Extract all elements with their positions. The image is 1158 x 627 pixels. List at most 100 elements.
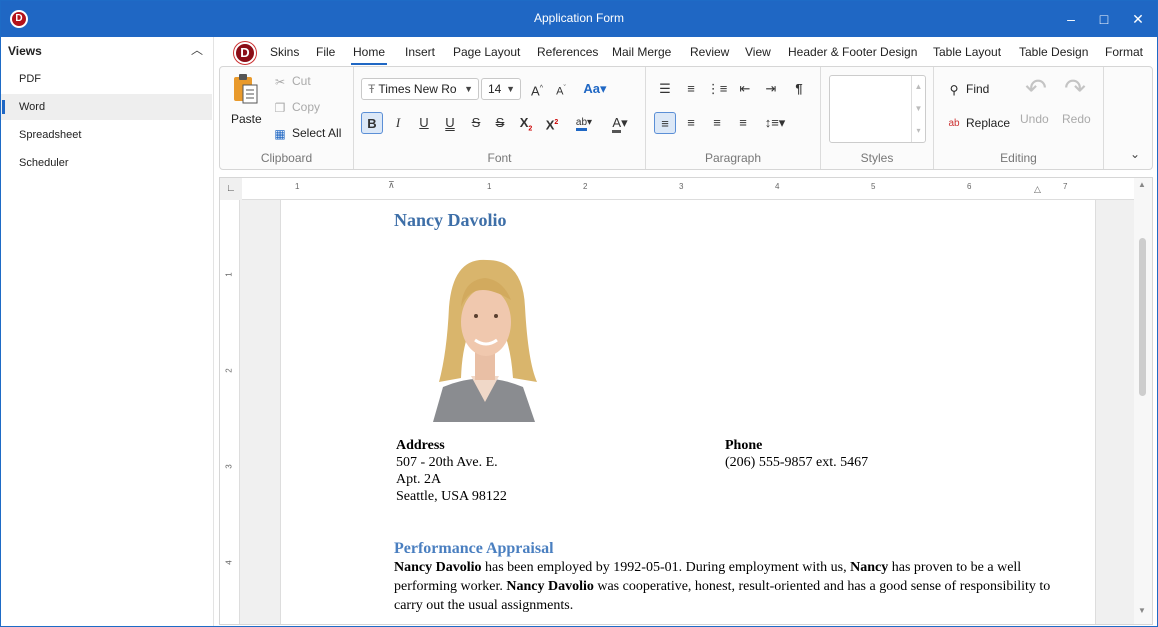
paste-button[interactable]: Paste <box>231 112 262 126</box>
tab-home[interactable]: Home <box>350 45 388 65</box>
multilevel-list-icon[interactable]: ⋮≡ <box>706 78 728 100</box>
line-spacing-icon[interactable]: ↕≡▾ <box>760 112 790 134</box>
numbering-icon[interactable]: ≡ <box>680 78 702 100</box>
section-heading: Performance Appraisal <box>394 540 554 557</box>
cut-button[interactable]: ✂ Cut <box>272 74 311 90</box>
change-case-button[interactable]: Aa▾ <box>580 78 610 100</box>
align-left-icon[interactable]: ≡ <box>654 112 676 134</box>
styles-scrollbar[interactable]: ▲ ▼ ▾ <box>911 76 925 142</box>
tab-selector-icon[interactable]: ∟ <box>226 183 236 194</box>
superscript-button[interactable]: X2 <box>541 112 563 134</box>
double-underline-button[interactable]: U <box>439 112 461 134</box>
document-page[interactable]: Nancy Davolio Address 507 - 20th Ave. E. <box>280 200 1096 624</box>
shrink-font-button[interactable]: Aˇ <box>550 78 572 100</box>
chevron-down-icon[interactable]: ▼ <box>912 98 925 120</box>
select-all-button[interactable]: ▦ Select All <box>272 126 341 142</box>
maximize-button[interactable]: □ <box>1089 7 1119 31</box>
grow-font-button[interactable]: A^ <box>526 78 548 100</box>
find-label: Find <box>966 82 990 97</box>
horizontal-ruler[interactable]: 1 ⊼ 1 2 3 4 5 6 △ 7 <box>242 178 1134 200</box>
document-area: ∟ 1 ⊼ 1 2 3 4 5 6 △ 7 1 2 3 4 Nancy Davo… <box>219 177 1153 625</box>
chevron-down-icon: ▼ <box>464 84 473 94</box>
window-title: Application Form <box>533 11 625 25</box>
scroll-down-icon[interactable]: ▼ <box>1138 606 1146 615</box>
justify-icon[interactable]: ≡ <box>732 112 754 134</box>
undo-icon[interactable]: ↶ <box>1019 75 1053 101</box>
highlight-button[interactable]: ab▾ <box>567 112 601 134</box>
chevron-up-icon[interactable]: ︿ <box>191 41 203 58</box>
clipboard-group-label: Clipboard <box>260 151 313 165</box>
ruler-number: 3 <box>679 182 684 191</box>
first-line-indent-marker[interactable]: ⊼ <box>388 180 395 191</box>
font-size-combo[interactable]: 14 ▼ <box>481 78 521 100</box>
align-right-icon[interactable]: ≡ <box>706 112 728 134</box>
select-all-label: Select All <box>292 126 342 141</box>
styles-group-label: Styles <box>860 151 894 165</box>
redo-button[interactable]: Redo <box>1062 112 1091 126</box>
tab-mail-merge[interactable]: Mail Merge <box>612 45 671 59</box>
tab-insert[interactable]: Insert <box>405 45 435 59</box>
font-color-button[interactable]: A▾ <box>604 112 636 134</box>
tab-format[interactable]: Format <box>1105 45 1143 59</box>
bold-name: Nancy Davolio <box>394 560 482 575</box>
double-strikethrough-button[interactable]: S <box>489 112 511 134</box>
tab-skins[interactable]: Skins <box>270 45 299 59</box>
paste-icon[interactable] <box>232 73 260 105</box>
address-label: Address <box>396 438 445 453</box>
tab-file[interactable]: File <box>316 45 335 59</box>
sidebar-item-scheduler[interactable]: Scheduler <box>1 150 212 176</box>
styles-gallery[interactable]: ▲ ▼ ▾ <box>829 75 926 143</box>
close-button[interactable]: ✕ <box>1123 7 1153 31</box>
tab-view[interactable]: View <box>745 45 771 59</box>
app-menu-logo-icon[interactable]: D <box>234 42 256 64</box>
ruler-number: 1 <box>295 182 300 191</box>
address-line-3: Seattle, USA 98122 <box>396 489 507 504</box>
ruler-number: 5 <box>871 182 876 191</box>
scroll-up-icon[interactable]: ▲ <box>1138 180 1146 189</box>
strikethrough-button[interactable]: S <box>465 112 487 134</box>
sidebar-item-word[interactable]: Word <box>1 94 212 120</box>
minimize-button[interactable]: – <box>1056 7 1086 31</box>
redo-icon[interactable]: ↷ <box>1058 75 1092 101</box>
replace-label: Replace <box>966 116 1011 131</box>
sidebar-item-spreadsheet[interactable]: Spreadsheet <box>1 122 212 148</box>
vertical-scrollbar[interactable]: ▲ ▼ <box>1134 178 1152 624</box>
underline-button[interactable]: U <box>413 112 435 134</box>
editing-group: ⚲ Find ab Replace ↶ Undo ↷ Redo Editing <box>934 67 1104 169</box>
align-center-icon[interactable]: ≡ <box>680 112 702 134</box>
find-button[interactable]: ⚲ Find <box>946 82 990 98</box>
replace-button[interactable]: ab Replace <box>946 116 1010 132</box>
phone-value: (206) 555-9857 ext. 5467 <box>725 455 869 470</box>
tab-header-footer-design[interactable]: Header & Footer Design <box>788 45 917 59</box>
tab-page-layout[interactable]: Page Layout <box>453 45 520 59</box>
replace-icon: ab <box>948 118 960 129</box>
subscript-button[interactable]: X2 <box>515 112 537 134</box>
tab-references[interactable]: References <box>537 45 598 59</box>
scrollbar-thumb[interactable] <box>1139 238 1146 396</box>
ruler-number: 6 <box>967 182 972 191</box>
bold-button[interactable]: B <box>361 112 383 134</box>
tab-table-layout[interactable]: Table Layout <box>933 45 1001 59</box>
expand-gallery-icon[interactable]: ▾ <box>912 120 925 142</box>
italic-button[interactable]: I <box>387 112 409 134</box>
font-name-combo[interactable]: Ŧ Times New Ro ▼ <box>361 78 479 100</box>
bold-name: Nancy Davolio <box>506 579 594 594</box>
decrease-indent-icon[interactable]: ⇤ <box>734 78 756 100</box>
tab-table-design[interactable]: Table Design <box>1019 45 1088 59</box>
bullets-icon[interactable]: ☰ <box>654 78 676 100</box>
increase-indent-icon[interactable]: ⇥ <box>760 78 782 100</box>
bold-name: Nancy <box>850 560 889 575</box>
vertical-ruler[interactable]: 1 2 3 4 <box>220 200 240 624</box>
paragraph-group-label: Paragraph <box>704 151 762 165</box>
copy-button[interactable]: ❐ Copy <box>272 100 320 116</box>
tab-review[interactable]: Review <box>690 45 729 59</box>
right-indent-marker[interactable]: △ <box>1034 184 1041 195</box>
ruler-number: 1 <box>224 272 234 277</box>
undo-button[interactable]: Undo <box>1020 112 1049 126</box>
styles-group: ▲ ▼ ▾ Styles <box>821 67 934 169</box>
collapse-ribbon-icon[interactable]: ⌄ <box>1130 147 1140 161</box>
cut-label: Cut <box>292 74 311 89</box>
show-marks-icon[interactable]: ¶ <box>788 78 810 100</box>
chevron-up-icon[interactable]: ▲ <box>912 76 925 98</box>
sidebar-item-pdf[interactable]: PDF <box>1 66 212 92</box>
